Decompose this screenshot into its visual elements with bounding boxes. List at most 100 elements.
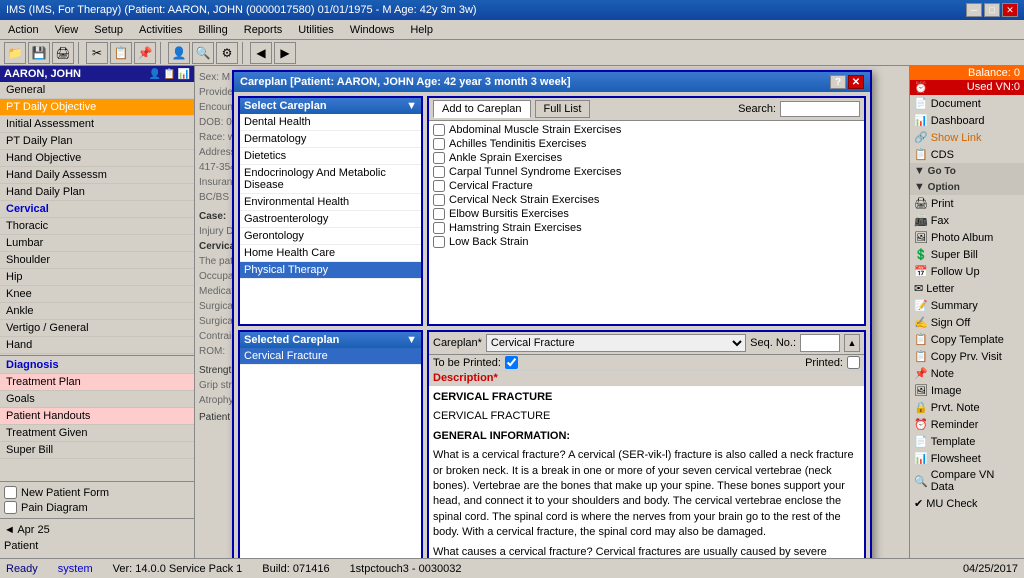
sidebar-item-treatment-plan[interactable]: Treatment Plan [0,374,194,391]
right-nav-follow-up[interactable]: 📅 Follow Up [910,263,1024,280]
careplan-item-dermatology[interactable]: Dermatology [240,131,421,148]
careplan-item-endocrinology[interactable]: Endocrinology And Metabolic Disease [240,165,421,194]
toolbar-btn-11[interactable]: ▶ [274,42,296,64]
printed-checkbox[interactable] [847,356,860,369]
sidebar-item-general[interactable]: General [0,82,194,99]
careplan-item-environmental[interactable]: Environmental Health [240,194,421,211]
right-nav-copy-prv[interactable]: 📋 Copy Prv. Visit [910,348,1024,365]
sidebar-item-hand-objective[interactable]: Hand Objective [0,150,194,167]
toolbar-btn-8[interactable]: 🔍 [192,42,214,64]
menu-action[interactable]: Action [4,22,43,38]
careplan-item-physical-therapy[interactable]: Physical Therapy [240,262,421,279]
right-nav-photo[interactable]: 🖼 Photo Album [910,229,1024,246]
sidebar-item-hip[interactable]: Hip [0,269,194,286]
careplan-item-dietetics[interactable]: Dietetics [240,148,421,165]
exercise-checkbox-achilles[interactable] [433,138,445,150]
sidebar-item-diagnosis[interactable]: Diagnosis [0,357,194,374]
patient-icon-3[interactable]: 📊 [178,69,190,80]
patient-icon-1[interactable]: 👤 [149,69,161,80]
sidebar-item-ankle[interactable]: Ankle [0,303,194,320]
sidebar-item-hand-daily-assessm[interactable]: Hand Daily Assessm [0,167,194,184]
menu-view[interactable]: View [51,22,83,38]
exercise-checkbox-cervical-frac[interactable] [433,180,445,192]
full-list-tab[interactable]: Full List [535,100,591,118]
right-nav-note[interactable]: 📌 Note [910,365,1024,382]
careplan-item-gastro[interactable]: Gastroenterology [240,211,421,228]
toolbar-btn-5[interactable]: 📋 [110,42,132,64]
exercise-checkbox-hamstring[interactable] [433,222,445,234]
patient-icon-2[interactable]: 📋 [163,69,175,80]
right-nav-show-link[interactable]: 🔗 Show Link [910,129,1024,146]
right-nav-flowsheet[interactable]: 📊 Flowsheet [910,450,1024,467]
sidebar-item-lumbar[interactable]: Lumbar [0,235,194,252]
exercise-checkbox-carpal[interactable] [433,166,445,178]
menu-windows[interactable]: Windows [346,22,399,38]
toolbar-btn-9[interactable]: ⚙ [216,42,238,64]
sidebar-item-hand-daily-plan[interactable]: Hand Daily Plan [0,184,194,201]
sidebar-item-cervical[interactable]: Cervical [0,201,194,218]
right-nav-mu-check[interactable]: ✔ MU Check [910,495,1024,512]
toolbar-btn-7[interactable]: 👤 [168,42,190,64]
right-nav-reminder[interactable]: ⏰ Reminder [910,416,1024,433]
menu-activities[interactable]: Activities [135,22,186,38]
sidebar-item-vertigo[interactable]: Vertigo / General [0,320,194,337]
toolbar-btn-6[interactable]: 📌 [134,42,156,64]
right-nav-prvt-note[interactable]: 🔒 Prvt. Note [910,399,1024,416]
right-nav-super-bill[interactable]: 💲 Super Bill [910,246,1024,263]
toolbar-btn-2[interactable]: 💾 [28,42,50,64]
sidebar-item-pt-daily-plan[interactable]: PT Daily Plan [0,133,194,150]
careplan-item-dental[interactable]: Dental Health [240,114,421,131]
right-nav-compare-vn[interactable]: 🔍 Compare VN Data [910,467,1024,495]
seq-no-input[interactable] [800,334,840,352]
exercise-checkbox-abdominal[interactable] [433,124,445,136]
to-be-printed-checkbox[interactable] [505,356,518,369]
right-nav-document[interactable]: 📄 Document [910,95,1024,112]
close-button[interactable]: ✕ [1002,3,1018,17]
right-nav-fax[interactable]: 📠 Fax [910,212,1024,229]
menu-reports[interactable]: Reports [240,22,287,38]
toolbar-btn-4[interactable]: ✂ [86,42,108,64]
right-nav-summary[interactable]: 📝 Summary [910,297,1024,314]
right-nav-template[interactable]: 📄 Template [910,433,1024,450]
menu-utilities[interactable]: Utilities [294,22,337,38]
sidebar-item-initial-assessment[interactable]: Initial Assessment [0,116,194,133]
sidebar-item-super-bill[interactable]: Super Bill [0,442,194,459]
sidebar-item-thoracic[interactable]: Thoracic [0,218,194,235]
selected-list[interactable]: Cervical Fracture [240,348,421,558]
maximize-button[interactable]: □ [984,3,1000,17]
toolbar-btn-1[interactable]: 📁 [4,42,26,64]
menu-setup[interactable]: Setup [90,22,127,38]
sidebar-item-knee[interactable]: Knee [0,286,194,303]
sidebar-item-shoulder[interactable]: Shoulder [0,252,194,269]
dialog-close-button[interactable]: ✕ [848,75,864,89]
right-nav-image[interactable]: 🖼 Image [910,382,1024,399]
careplan-list[interactable]: Dental Health Dermatology Dietetics Endo… [240,114,421,324]
add-to-careplan-tab[interactable]: Add to Careplan [433,100,531,118]
careplan-item-gerontology[interactable]: Gerontology [240,228,421,245]
toolbar-btn-3[interactable]: 🖨 [52,42,74,64]
exercise-checkbox-elbow[interactable] [433,208,445,220]
menu-billing[interactable]: Billing [194,22,231,38]
sidebar-item-patient-handouts[interactable]: Patient Handouts [0,408,194,425]
sidebar-item-hand[interactable]: Hand [0,337,194,354]
pain-diagram-checkbox[interactable] [4,501,17,514]
exercise-checkbox-cervical-neck[interactable] [433,194,445,206]
right-nav-dashboard[interactable]: 📊 Dashboard [910,112,1024,129]
exercise-checkbox-low-back[interactable] [433,236,445,248]
right-nav-cds[interactable]: 📋 CDS [910,146,1024,163]
toolbar-btn-10[interactable]: ◀ [250,42,272,64]
minimize-button[interactable]: ─ [966,3,982,17]
new-patient-form-checkbox[interactable] [4,486,17,499]
right-nav-print[interactable]: 🖨 Print [910,195,1024,212]
exercise-checkbox-ankle[interactable] [433,152,445,164]
seq-up-button[interactable]: ▲ [844,334,860,352]
dialog-help-button[interactable]: ? [830,75,846,89]
sidebar-item-goals[interactable]: Goals [0,391,194,408]
selected-item-cervical[interactable]: Cervical Fracture [240,348,421,365]
right-nav-letter[interactable]: ✉ Letter [910,280,1024,297]
search-input[interactable] [780,101,860,117]
careplan-item-home-health[interactable]: Home Health Care [240,245,421,262]
careplan-dropdown[interactable]: Cervical Fracture [486,334,746,352]
sidebar-item-pt-daily-obj[interactable]: PT Daily Objective [0,99,194,116]
menu-help[interactable]: Help [406,22,437,38]
